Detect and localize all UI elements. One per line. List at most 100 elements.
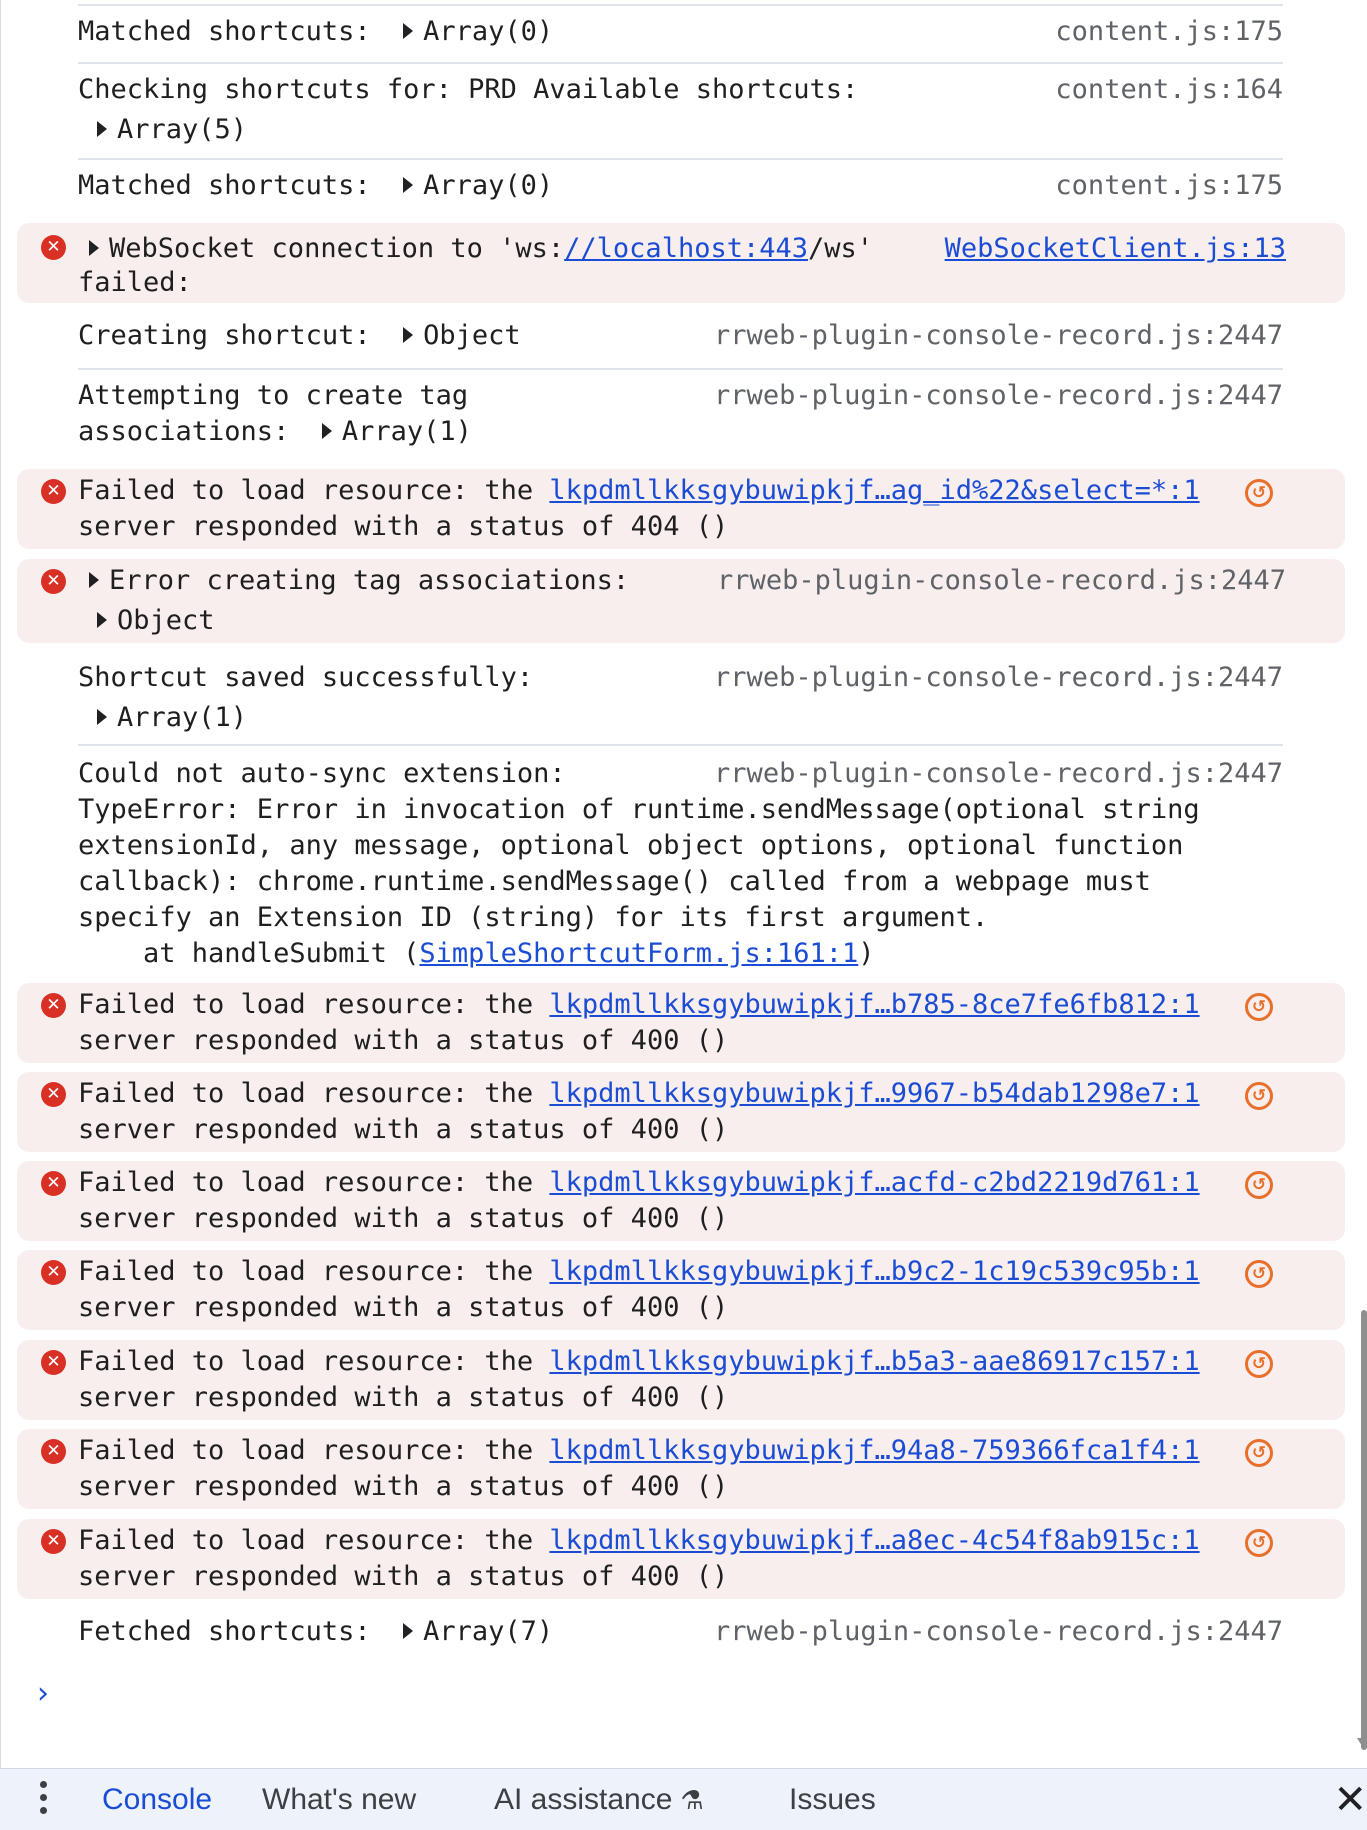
log-message: WebSocket connection to 'ws://localhost:… [89,231,873,267]
scrollbar-thumb[interactable] [1361,1310,1367,1750]
log-message: Fetched shortcuts: Array(7) [78,1616,554,1647]
log-entry: Matched shortcuts: Array(0) content.js:1… [1,158,1357,220]
error-icon: ✕ [41,1260,66,1285]
log-source-link[interactable]: WebSocketClient.js:13 [945,231,1286,267]
error-icon: ✕ [41,1529,66,1554]
error-entry-400: ✕ Failed to load resource: the lkpdmllkk… [17,1161,1345,1241]
log-message: Matched shortcuts: Array(0) [78,16,554,47]
log-entry: Fetched shortcuts: Array(7) rrweb-plugin… [1,1614,1357,1664]
expand-object[interactable]: Array(1) [342,416,472,447]
log-message: Failed to load resource: the lkpdmllkksg… [78,1078,1200,1109]
expand-object[interactable]: Object [97,603,215,639]
url-link[interactable]: lkpdmllkksgybuwipkjf…9967-b54dab1298e7:1 [549,1078,1199,1109]
expand-caret-icon[interactable] [403,326,414,343]
log-message: Failed to load resource: the lkpdmllkksg… [78,475,1200,506]
url-link[interactable]: lkpdmllkksgybuwipkjf…ag_id%22&select=*:1 [549,475,1199,506]
tab-whats-new[interactable]: What's new [262,1783,416,1817]
error-icon: ✕ [41,1439,66,1464]
log-message: Creating shortcut: Object [78,320,521,351]
log-message-line: associations: Array(1) [78,416,472,447]
log-message: Failed to load resource: the lkpdmllkksg… [78,1167,1200,1198]
expand-object[interactable]: Array(0) [423,170,553,201]
error-icon: ✕ [41,993,66,1018]
expand-caret-icon[interactable] [403,1622,414,1639]
error-icon: ✕ [41,1350,66,1375]
error-icon: ✕ [41,1082,66,1107]
url-link[interactable]: lkpdmllkksgybuwipkjf…b785-8ce7fe6fb812:1 [549,989,1199,1020]
log-message: Matched shortcuts: Array(0) [78,170,554,201]
log-message-line: server responded with a status of 400 () [78,1292,729,1323]
network-request-icon[interactable]: ↺ [1245,1529,1273,1557]
log-message-line: server responded with a status of 400 () [78,1203,729,1234]
console-prompt[interactable]: › [37,1676,49,1711]
flask-icon: ⚗ [680,1785,704,1815]
network-request-icon[interactable]: ↺ [1245,1082,1273,1110]
log-message: Shortcut saved successfully: [78,662,534,693]
error-icon: ✕ [41,569,66,594]
expand-object[interactable]: Array(7) [423,1616,553,1647]
log-source[interactable]: rrweb-plugin-console-record.js:2447 [717,563,1286,599]
expand-caret-icon[interactable] [97,611,107,628]
expand-object[interactable]: Array(0) [423,16,553,47]
log-entry: Matched shortcuts: Array(0) content.js:1… [1,0,1357,62]
log-message: Failed to load resource: the lkpdmllkksg… [78,1346,1200,1377]
error-icon: ✕ [41,235,66,260]
expand-object[interactable]: Array(5) [97,112,247,148]
expand-caret-icon[interactable] [97,708,107,725]
log-entry: Attempting to create tag associations: A… [1,378,1357,458]
expand-object[interactable]: Object [423,320,521,351]
url-link[interactable]: //localhost:443 [564,233,808,264]
url-link[interactable]: lkpdmllkksgybuwipkjf…acfd-c2bd2219d761:1 [549,1167,1199,1198]
network-request-icon[interactable]: ↺ [1245,993,1273,1021]
network-request-icon[interactable]: ↺ [1245,1439,1273,1467]
log-message-line: specify an Extension ID (string) for its… [78,902,989,933]
log-message: Attempting to create tag [78,380,469,411]
expand-caret-icon[interactable] [97,120,107,137]
error-entry-400: ✕ Failed to load resource: the lkpdmllkk… [17,1429,1345,1509]
log-source[interactable]: rrweb-plugin-console-record.js:2447 [714,378,1283,414]
url-link[interactable]: lkpdmllkksgybuwipkjf…94a8-759366fca1f4:1 [549,1435,1199,1466]
log-source[interactable]: content.js:175 [1055,168,1283,204]
console-log: Matched shortcuts: Array(0) content.js:1… [0,0,1357,1768]
stack-trace-link[interactable]: SimpleShortcutForm.js:161:1 [419,938,858,969]
scroll-down-icon[interactable] [1357,1738,1367,1746]
expand-object[interactable]: Array(1) [97,700,247,736]
log-source[interactable]: rrweb-plugin-console-record.js:2447 [714,756,1283,792]
stack-trace-line: at handleSubmit (SimpleShortcutForm.js:1… [78,938,875,969]
log-source[interactable]: content.js:164 [1055,72,1283,108]
url-link[interactable]: lkpdmllkksgybuwipkjf…b5a3-aae86917c157:1 [549,1346,1199,1377]
url-link[interactable]: lkpdmllkksgybuwipkjf…a8ec-4c54f8ab915c:1 [549,1525,1199,1556]
expand-caret-icon[interactable] [89,571,99,588]
network-request-icon[interactable]: ↺ [1245,1171,1273,1199]
network-request-icon[interactable]: ↺ [1245,1260,1273,1288]
log-message-line: server responded with a status of 404 () [78,511,729,542]
error-entry-400: ✕ Failed to load resource: the lkpdmllkk… [17,1519,1345,1599]
tab-issues[interactable]: Issues [789,1783,876,1817]
network-request-icon[interactable]: ↺ [1245,1350,1273,1378]
log-message-line: extensionId, any message, optional objec… [78,830,1184,861]
network-request-icon[interactable]: ↺ [1245,479,1273,507]
tab-console[interactable]: Console [102,1783,212,1817]
log-message-line: TypeError: Error in invocation of runtim… [78,794,1200,825]
error-entry-tag: ✕ Error creating tag associations: Objec… [17,559,1345,643]
tab-ai-assistance[interactable]: AI assistance ⚗ [494,1783,704,1817]
log-entry: Shortcut saved successfully: Array(1) rr… [1,660,1357,746]
more-options-icon[interactable] [40,1781,48,1820]
error-entry-400: ✕ Failed to load resource: the lkpdmllkk… [17,1340,1345,1420]
log-message-line: server responded with a status of 400 () [78,1561,729,1592]
log-message: Failed to load resource: the lkpdmllkksg… [78,1525,1200,1556]
error-entry-404: ✕ Failed to load resource: the lkpdmllkk… [17,469,1345,549]
url-link[interactable]: lkpdmllkksgybuwipkjf…b9c2-1c19c539c95b:1 [549,1256,1199,1287]
log-source[interactable]: rrweb-plugin-console-record.js:2447 [714,1614,1283,1650]
expand-caret-icon[interactable] [89,239,99,256]
expand-caret-icon[interactable] [403,22,414,39]
expand-caret-icon[interactable] [403,176,414,193]
log-source[interactable]: rrweb-plugin-console-record.js:2447 [714,660,1283,696]
expand-caret-icon[interactable] [321,422,332,439]
log-source[interactable]: content.js:175 [1055,14,1283,50]
error-icon: ✕ [41,479,66,504]
drawer-tabbar: Console What's new AI assistance ⚗ Issues… [0,1768,1367,1830]
close-drawer-icon[interactable]: ✕ [1333,1777,1367,1823]
log-message-line: callback): chrome.runtime.sendMessage() … [78,866,1151,897]
log-source[interactable]: rrweb-plugin-console-record.js:2447 [714,318,1283,354]
